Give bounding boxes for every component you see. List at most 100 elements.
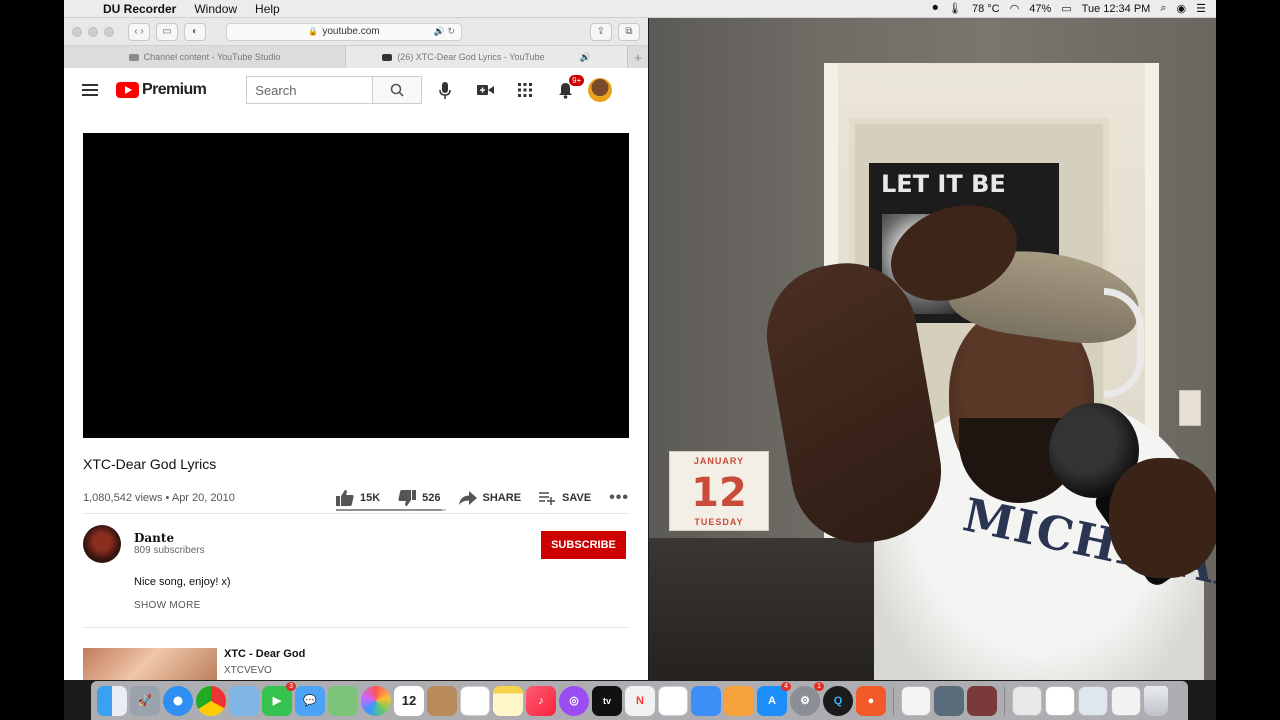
save-label: SAVE [562,492,592,504]
share-arrow-icon [458,491,477,505]
speaker-icon[interactable]: 🔊 [580,52,591,63]
tabs-overview-icon[interactable]: ⧉ [618,22,640,41]
share-icon[interactable]: ⇪ [590,22,612,41]
thermometer-icon[interactable]: 🌡 [948,2,962,15]
microphone-icon[interactable] [436,81,454,99]
address-bar[interactable]: 🔒 youtube.com 🔊 ↻ [226,22,462,41]
battery-percent: 47% [1029,2,1052,15]
youtube-logo[interactable]: Premium [116,81,207,99]
record-icon[interactable]: ⏺ [933,2,939,15]
poster-text: LET IT BE [881,170,1006,198]
search-box [246,76,423,104]
music-icon[interactable]: ♪ [526,685,556,716]
calendar-weekday: TUESDAY [694,517,744,527]
like-button[interactable]: 15K [335,490,381,506]
recommended-video-channel[interactable]: XTCVEVO [224,665,272,676]
podcasts-icon[interactable]: ◎ [559,685,589,716]
show-more-button[interactable]: SHOW MORE [134,600,201,611]
battery-icon[interactable]: ▭ [1061,2,1071,15]
video-title: XTC-Dear God Lyrics [83,456,217,472]
photo-stack-icon[interactable] [967,685,997,716]
maps-icon[interactable] [328,685,358,716]
document-thumbnail-icon[interactable] [901,685,931,716]
tab-youtube-video[interactable]: (26) XTC-Dear God Lyrics - YouTube 🔊 [346,46,628,68]
screenshot-thumbnail-icon[interactable] [934,685,964,716]
finder-icon[interactable] [97,685,127,716]
photos-icon[interactable] [361,685,391,716]
search-icon [390,83,404,97]
apple-tv-icon[interactable]: tv [592,685,622,716]
zoom-window-button[interactable] [104,26,114,37]
more-actions-icon[interactable]: ••• [609,489,629,507]
facetime-icon[interactable]: ▶ 3 [262,681,296,716]
apps-grid-icon[interactable] [516,81,534,99]
reminders-icon[interactable] [460,685,490,716]
account-avatar[interactable] [588,78,613,102]
preview-icon[interactable] [229,685,259,716]
youtube-favicon-icon [128,53,139,61]
app-store-icon[interactable]: A4 [757,681,791,716]
thumbs-up-icon [335,490,354,506]
new-tab-button[interactable]: + [628,46,648,68]
tab-label: (26) XTC-Dear God Lyrics - YouTube [397,52,545,62]
video-actions: 15K 526 SHARE SAVE ••• [335,489,629,507]
spotlight-icon[interactable]: ⌕ [1160,2,1166,15]
video-description: Nice song, enjoy! x) [134,576,231,588]
webcam-feed: LET IT BE JANUARY 12 TUESDAY MICHIGAN [649,18,1216,680]
minimize-window-button[interactable] [88,26,98,37]
shield-icon[interactable]: ◐ [184,22,206,41]
trash-icon[interactable] [1144,685,1168,716]
safari-icon[interactable] [163,685,193,716]
sidebar-icon[interactable]: ▭ [156,22,178,41]
wifi-icon[interactable]: ◠ [1010,2,1020,15]
clock[interactable]: Tue 12:34 PM [1082,3,1151,15]
menu-icon[interactable] [82,84,98,96]
du-recorder-icon[interactable]: ● [856,685,886,716]
like-count: 15K [359,492,381,504]
create-video-icon[interactable] [476,81,494,99]
video-player[interactable] [83,133,629,438]
recommended-video-title[interactable]: XTC - Dear God [224,648,305,660]
recommended-video-thumbnail[interactable] [83,648,217,680]
contacts-icon[interactable] [427,685,457,716]
quicktime-icon[interactable]: Q [823,685,853,716]
notifications-bell-icon[interactable]: 9+ [556,75,585,99]
notes-icon[interactable] [493,685,523,716]
menu-app-name[interactable]: DU Recorder [94,2,185,16]
back-forward-buttons[interactable]: ‹ › [128,22,150,41]
calendar-month: JANUARY [693,456,745,466]
pages-icon[interactable] [724,685,754,716]
close-window-button[interactable] [72,26,82,37]
system-preferences-icon[interactable]: ⚙ 1 [790,681,824,716]
search-button[interactable] [372,76,423,104]
subscribe-button[interactable]: SUBSCRIBE [541,531,626,559]
news-icon[interactable]: N [625,685,655,716]
search-input[interactable] [246,76,373,104]
tab-youtube-studio[interactable]: Channel content - YouTube Studio [64,46,346,68]
share-button[interactable]: SHARE [458,491,521,505]
messages-icon[interactable]: 💬 [295,685,325,716]
stack-thumbnail-icon[interactable] [1045,685,1075,716]
siri-icon[interactable]: ◉ [1177,2,1187,15]
menu-help[interactable]: Help [246,2,289,16]
dislike-button[interactable]: 526 [398,490,441,506]
save-button[interactable]: SAVE [539,491,592,505]
keynote-icon[interactable] [691,685,721,716]
channel-avatar[interactable] [83,525,121,563]
dislike-count: 526 [422,492,441,504]
chrome-icon[interactable] [196,685,226,716]
numbers-icon[interactable] [658,685,688,716]
tab-bar: Channel content - YouTube Studio (26) XT… [64,46,648,68]
launchpad-icon[interactable]: 🚀 [130,685,160,716]
stack-thumbnail-icon[interactable] [1012,685,1042,716]
menu-window[interactable]: Window [185,2,246,16]
reload-icon[interactable]: 🔊 ↻ [434,26,455,37]
channel-name[interactable]: Dante [134,531,174,545]
calendar-icon[interactable]: 12 [394,685,424,716]
browser-toolbar: ‹ › ▭ ◐ 🔒 youtube.com 🔊 ↻ ⇪ ⧉ [64,18,648,46]
stack-thumbnail-icon[interactable] [1078,685,1108,716]
notification-center-icon[interactable]: ☰ [1196,2,1206,15]
stack-thumbnail-icon[interactable] [1111,685,1141,716]
logo-brand-text: Premium [142,81,207,98]
header-icons: 9+ [436,75,585,99]
